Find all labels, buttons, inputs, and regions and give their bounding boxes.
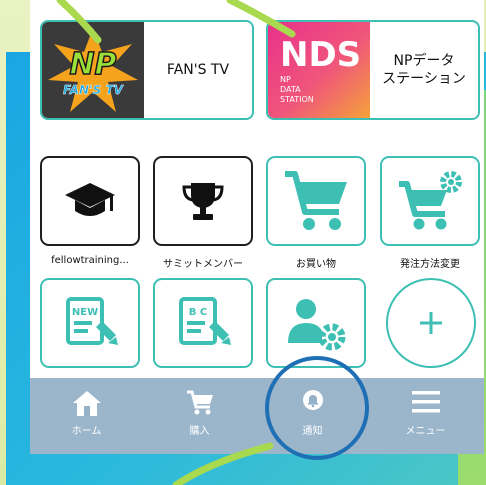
cart-icon <box>186 390 213 415</box>
svg-text:NEW: NEW <box>72 307 98 318</box>
banner-label: FAN'S TV <box>166 62 230 78</box>
tile-caption: 発注方法変更 <box>400 259 460 270</box>
nav-label: ホーム <box>71 426 102 437</box>
bottom-navigation: ホーム 購入 通知 メニュー <box>30 378 484 454</box>
svg-text:FAN'S TV: FAN'S TV <box>63 83 125 97</box>
nav-notification[interactable]: 通知 <box>256 378 369 454</box>
np-data-station-banner[interactable]: NDS NP DATA STATION NPデータ ステーション <box>266 20 480 120</box>
shopping-cart-icon <box>285 171 347 230</box>
nav-home[interactable]: ホーム <box>30 378 143 454</box>
tile-shopping[interactable] <box>266 156 366 246</box>
abc-document-edit-icon: B C <box>179 297 231 345</box>
nav-label: メニュー <box>405 426 446 437</box>
graduation-cap-icon <box>65 183 115 216</box>
trophy-icon <box>182 183 224 220</box>
user-settings-icon <box>288 299 346 351</box>
banner-label: NPデータ ステーション <box>382 53 466 87</box>
cart-settings-icon <box>399 171 462 230</box>
svg-text:STATION: STATION <box>280 95 314 104</box>
tile-caption: お買い物 <box>296 259 336 270</box>
tile-summit-member[interactable] <box>153 156 253 246</box>
fans-tv-banner[interactable]: NP FAN'S TV FAN'S TV <box>40 20 254 120</box>
svg-text:NP: NP <box>280 75 291 84</box>
svg-text:DATA: DATA <box>280 85 301 94</box>
svg-text:NP: NP <box>69 47 116 82</box>
plus-icon <box>420 312 442 334</box>
home-icon <box>72 391 101 416</box>
new-document-edit-icon: NEW <box>66 297 118 345</box>
tile-new-document[interactable]: NEW <box>40 278 140 368</box>
tile-order-method-change[interactable] <box>380 156 480 246</box>
tile-fellowtraining[interactable] <box>40 156 140 246</box>
hamburger-menu-icon <box>411 391 440 413</box>
tile-caption: サミットメンバー <box>163 259 243 270</box>
nav-label: 通知 <box>302 426 323 437</box>
bell-icon <box>302 390 323 410</box>
nds-logo: NDS NP DATA STATION <box>268 22 370 118</box>
nav-menu[interactable]: メニュー <box>369 378 482 454</box>
svg-text:NDS: NDS <box>280 35 361 75</box>
nav-label: 購入 <box>189 426 210 437</box>
add-tile-button[interactable] <box>386 278 476 368</box>
tile-bc-document[interactable]: B C <box>153 278 253 368</box>
tile-user-settings[interactable] <box>266 278 366 368</box>
nav-purchase[interactable]: 購入 <box>143 378 256 454</box>
tile-caption: fellowtraining... <box>51 255 129 266</box>
fans-tv-logo: NP FAN'S TV <box>42 22 144 118</box>
svg-text:B C: B C <box>189 307 207 318</box>
